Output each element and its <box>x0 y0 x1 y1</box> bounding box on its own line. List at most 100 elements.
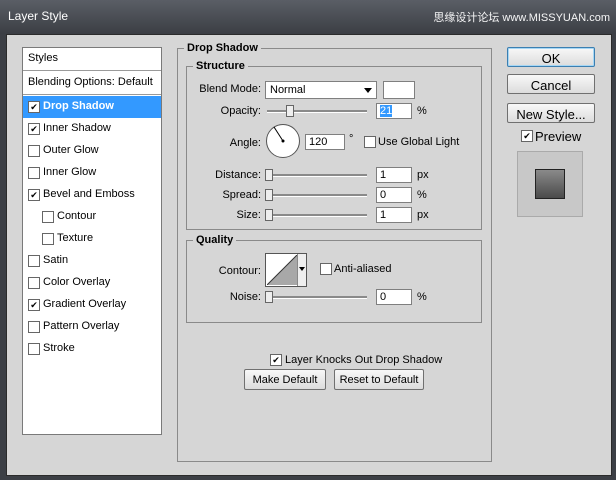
style-item-gradient-overlay[interactable]: ✔ Gradient Overlay <box>23 294 161 316</box>
title-bar[interactable]: Layer Style 思缘设计论坛 www.MISSYUAN.com <box>0 0 616 34</box>
style-item-color-overlay[interactable]: Color Overlay <box>23 272 161 294</box>
style-item-label: Texture <box>57 232 94 244</box>
noise-slider-track[interactable] <box>267 296 367 299</box>
noise-unit: % <box>417 291 427 303</box>
inner-glow-checkbox[interactable] <box>28 167 40 179</box>
outer-glow-checkbox[interactable] <box>28 145 40 157</box>
style-item-bevel-and-emboss[interactable]: ✔ Bevel and Emboss <box>23 184 161 206</box>
size-unit: px <box>417 209 429 221</box>
style-item-label: Drop Shadow <box>43 100 114 112</box>
blend-mode-label: Blend Mode: <box>199 83 261 95</box>
style-item-label: Color Overlay <box>43 276 111 288</box>
contour-dropdown-button[interactable] <box>297 254 306 286</box>
pattern-overlay-checkbox[interactable] <box>28 321 40 333</box>
style-item-contour[interactable]: Contour <box>23 206 161 228</box>
blend-mode-select[interactable]: Normal <box>265 81 377 99</box>
cancel-button[interactable]: Cancel <box>507 74 595 94</box>
contour-picker[interactable] <box>265 253 307 287</box>
drop-shadow-checkbox[interactable]: ✔ <box>28 101 40 113</box>
contour-linear-icon <box>267 255 297 285</box>
knockout-label: Layer Knocks Out Drop Shadow <box>285 354 443 366</box>
spread-unit: % <box>417 189 427 201</box>
angle-input[interactable]: 120 <box>305 134 345 150</box>
style-item-pattern-overlay[interactable]: Pattern Overlay <box>23 316 161 338</box>
style-item-texture[interactable]: Texture <box>23 228 161 250</box>
noise-slider-thumb[interactable] <box>265 291 273 303</box>
style-item-label: Outer Glow <box>43 144 99 156</box>
style-item-inner-shadow[interactable]: ✔ Inner Shadow <box>23 118 161 140</box>
angle-dial[interactable] <box>265 123 301 159</box>
style-item-label: Stroke <box>43 342 75 354</box>
style-item-label: Inner Glow <box>43 166 97 178</box>
shadow-color-swatch[interactable] <box>383 81 415 99</box>
reset-default-button[interactable]: Reset to Default <box>334 369 424 390</box>
noise-label: Noise: <box>229 291 261 303</box>
watermark: 思缘设计论坛 www.MISSYUAN.com <box>433 12 610 24</box>
spread-slider-track[interactable] <box>267 194 367 197</box>
style-item-satin[interactable]: Satin <box>23 250 161 272</box>
knockout-checkbox[interactable]: ✔ <box>270 354 282 366</box>
size-input[interactable]: 1 <box>376 207 412 223</box>
opacity-input[interactable]: 21 <box>376 103 412 119</box>
color-overlay-checkbox[interactable] <box>28 277 40 289</box>
dialog-body: Styles Blending Options: Default ✔ Drop S… <box>6 34 612 476</box>
style-item-label: Satin <box>43 254 69 266</box>
spread-slider-thumb[interactable] <box>265 189 273 201</box>
style-item-label: Gradient Overlay <box>43 298 127 310</box>
ok-button[interactable]: OK <box>507 47 595 67</box>
use-global-light-checkbox[interactable] <box>364 136 376 148</box>
opacity-slider-track[interactable] <box>267 110 367 113</box>
size-slider-track[interactable] <box>267 214 367 217</box>
gradient-overlay-checkbox[interactable]: ✔ <box>28 299 40 311</box>
opacity-label: Opacity: <box>220 105 261 117</box>
angle-label: Angle: <box>229 137 261 149</box>
opacity-slider-thumb[interactable] <box>286 105 294 117</box>
inner-shadow-checkbox[interactable]: ✔ <box>28 123 40 135</box>
spread-label: Spread: <box>222 189 261 201</box>
chevron-down-icon <box>299 267 305 271</box>
style-item-label: Inner Shadow <box>43 122 111 134</box>
structure-title: Structure <box>193 60 248 72</box>
pane-title: Drop Shadow <box>184 42 261 54</box>
noise-input[interactable]: 0 <box>376 289 412 305</box>
distance-slider-thumb[interactable] <box>265 169 273 181</box>
contour-label: Contour: <box>218 265 261 277</box>
style-item-stroke[interactable]: Stroke <box>23 338 161 360</box>
new-style-button[interactable]: New Style... <box>507 103 595 123</box>
structure-group: Structure Blend Mode: Normal Opacity: 21… <box>186 60 482 230</box>
style-item-label: Pattern Overlay <box>43 320 120 332</box>
distance-slider-track[interactable] <box>267 174 367 177</box>
distance-unit: px <box>417 169 429 181</box>
anti-aliased-label: Anti-aliased <box>334 263 392 275</box>
stroke-checkbox[interactable] <box>28 343 40 355</box>
quality-title: Quality <box>193 234 237 246</box>
satin-checkbox[interactable] <box>28 255 40 267</box>
contour-checkbox[interactable] <box>42 211 54 223</box>
angle-unit: ° <box>349 133 354 145</box>
anti-aliased-checkbox[interactable] <box>320 263 332 275</box>
texture-checkbox[interactable] <box>42 233 54 245</box>
use-global-light-label: Use Global Light <box>378 136 460 148</box>
window-title: Layer Style <box>8 9 69 23</box>
preview-checkbox[interactable]: ✔ <box>521 130 533 142</box>
style-item-inner-glow[interactable]: Inner Glow <box>23 162 161 184</box>
distance-input[interactable]: 1 <box>376 167 412 183</box>
spread-input[interactable]: 0 <box>376 187 412 203</box>
bevel-and-emboss-checkbox[interactable]: ✔ <box>28 189 40 201</box>
size-slider-thumb[interactable] <box>265 209 273 221</box>
chevron-down-icon <box>364 88 372 93</box>
preview-thumbnail <box>517 151 583 217</box>
blending-options[interactable]: Blending Options: Default <box>23 72 161 95</box>
layer-style-window: Layer Style 思缘设计论坛 www.MISSYUAN.com Styl… <box>0 0 616 480</box>
make-default-button[interactable]: Make Default <box>244 369 326 390</box>
distance-label: Distance: <box>215 169 261 181</box>
preview-label: Preview <box>535 129 582 144</box>
styles-header[interactable]: Styles <box>23 48 161 71</box>
style-item-label: Bevel and Emboss <box>43 188 135 200</box>
drop-shadow-pane: Drop Shadow Structure Blend Mode: Normal… <box>177 42 492 462</box>
preview-swatch <box>535 169 565 199</box>
quality-group: Quality Contour: Anti-aliased Noise: 0 % <box>186 234 482 323</box>
style-item-drop-shadow[interactable]: ✔ Drop Shadow <box>23 96 161 118</box>
opacity-unit: % <box>417 105 427 117</box>
style-item-outer-glow[interactable]: Outer Glow <box>23 140 161 162</box>
